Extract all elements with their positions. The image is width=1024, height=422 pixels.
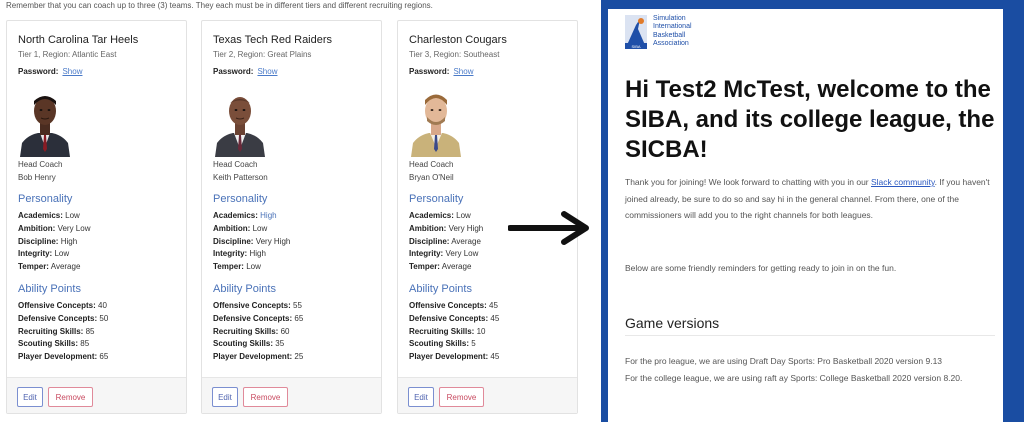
personality-list: Academics: Low Ambition: Very Low Discip… xyxy=(18,210,90,274)
scouting-stat: Scouting Skills: 5 xyxy=(409,339,476,349)
ability-list: Offensive Concepts: 40 Defensive Concept… xyxy=(18,300,108,364)
siba-logo-icon: SIBA xyxy=(625,15,647,49)
coach-name: Keith Patterson xyxy=(213,173,268,182)
academics-stat: Academics: Low xyxy=(18,211,80,220)
password-row: Password: Show xyxy=(409,67,473,76)
defensive-stat: Defensive Concepts: 50 xyxy=(18,313,109,323)
head-coach-label: Head Coach xyxy=(409,160,454,169)
siba-logo-text: Simulation International Basketball Asso… xyxy=(653,15,692,48)
edit-button[interactable]: Edit xyxy=(408,387,434,407)
ability-heading: Ability Points xyxy=(213,283,276,295)
recruiting-stat: Recruiting Skills: 60 xyxy=(213,326,290,336)
temper-stat: Temper: Average xyxy=(18,262,81,272)
coach-portrait xyxy=(18,89,72,157)
ability-list: Offensive Concepts: 55 Defensive Concept… xyxy=(213,300,303,364)
remove-button[interactable]: Remove xyxy=(439,387,484,407)
integrity-stat: Integrity: High xyxy=(213,249,266,259)
personality-heading: Personality xyxy=(18,193,73,205)
discipline-stat: Discipline: Very High xyxy=(213,236,291,246)
academics-stat: Academics: Low xyxy=(409,211,471,220)
head-coach-label: Head Coach xyxy=(18,160,63,169)
scouting-stat: Scouting Skills: 85 xyxy=(18,339,90,349)
personality-list: Academics: Low Ambition: Very High Disci… xyxy=(409,210,483,274)
scouting-stat: Scouting Skills: 35 xyxy=(213,339,285,349)
ability-heading: Ability Points xyxy=(409,283,472,295)
show-password-link[interactable]: Show xyxy=(453,67,473,76)
password-label: Password: xyxy=(18,67,59,76)
remove-button[interactable]: Remove xyxy=(243,387,288,407)
edit-button[interactable]: Edit xyxy=(212,387,238,407)
team-card-2: Texas Tech Red Raiders Tier 2, Region: G… xyxy=(201,20,382,414)
academics-stat: Academics: High xyxy=(213,211,277,220)
slack-community-link[interactable]: Slack community xyxy=(871,177,935,187)
ambition-stat: Ambition: Very High xyxy=(409,223,484,233)
offensive-stat: Offensive Concepts: 55 xyxy=(213,301,302,310)
remove-button[interactable]: Remove xyxy=(48,387,93,407)
card-footer: Edit Remove xyxy=(398,377,577,413)
offensive-stat: Offensive Concepts: 45 xyxy=(409,301,498,310)
player-development-stat: Player Development: 45 xyxy=(409,352,500,362)
svg-text:SIBA: SIBA xyxy=(631,44,640,49)
player-development-stat: Player Development: 65 xyxy=(18,352,109,362)
team-name: North Carolina Tar Heels xyxy=(18,34,139,46)
section-divider xyxy=(625,335,995,336)
game-versions-heading: Game versions xyxy=(625,315,720,331)
password-row: Password: Show xyxy=(18,67,82,76)
coach-portrait xyxy=(409,89,463,157)
edit-button[interactable]: Edit xyxy=(17,387,43,407)
show-password-link[interactable]: Show xyxy=(257,67,277,76)
welcome-paragraph: Thank you for joining! We look forward t… xyxy=(625,177,990,220)
welcome-heading: Hi Test2 McTest, welcome to the SIBA, an… xyxy=(625,76,995,163)
discipline-stat: Discipline: Average xyxy=(409,236,481,246)
reminders-paragraph: Below are some friendly reminders for ge… xyxy=(625,263,897,273)
game-versions-paragraph: For the pro league, we are using Draft D… xyxy=(625,356,963,383)
card-footer: Edit Remove xyxy=(202,377,381,413)
ability-heading: Ability Points xyxy=(18,283,81,295)
offensive-stat: Offensive Concepts: 40 xyxy=(18,301,107,310)
temper-stat: Temper: Average xyxy=(409,262,472,272)
password-label: Password: xyxy=(213,67,254,76)
personality-list: Academics: High Ambition: Low Discipline… xyxy=(213,210,290,274)
team-tier-region: Tier 2, Region: Great Plains xyxy=(213,50,312,59)
password-label: Password: xyxy=(409,67,450,76)
recruiting-stat: Recruiting Skills: 10 xyxy=(409,326,486,336)
password-row: Password: Show xyxy=(213,67,277,76)
team-name: Charleston Cougars xyxy=(409,34,507,46)
defensive-stat: Defensive Concepts: 45 xyxy=(409,313,500,323)
team-tier-region: Tier 3, Region: Southeast xyxy=(409,50,500,59)
temper-stat: Temper: Low xyxy=(213,262,261,272)
defensive-stat: Defensive Concepts: 65 xyxy=(213,313,304,323)
ambition-stat: Ambition: Low xyxy=(213,223,268,233)
team-card-1: North Carolina Tar Heels Tier 1, Region:… xyxy=(6,20,187,414)
integrity-stat: Integrity: Very Low xyxy=(409,249,479,259)
team-name: Texas Tech Red Raiders xyxy=(213,34,333,46)
player-development-stat: Player Development: 25 xyxy=(213,352,304,362)
coach-portrait xyxy=(213,89,267,157)
personality-heading: Personality xyxy=(409,193,464,205)
team-tier-region: Tier 1, Region: Atlantic East xyxy=(18,50,117,59)
head-coach-label: Head Coach xyxy=(213,160,258,169)
integrity-stat: Integrity: Low xyxy=(18,249,70,259)
recruiting-stat: Recruiting Skills: 85 xyxy=(18,326,95,336)
show-password-link[interactable]: Show xyxy=(62,67,82,76)
discipline-stat: Discipline: High xyxy=(18,236,78,246)
ambition-stat: Ambition: Very Low xyxy=(18,223,91,233)
right-arrow-icon xyxy=(507,210,592,246)
card-footer: Edit Remove xyxy=(7,377,186,413)
coach-name: Bryan O'Neil xyxy=(409,173,454,182)
coach-name: Bob Henry xyxy=(18,173,56,182)
personality-heading: Personality xyxy=(213,193,268,205)
coach-limit-notice: Remember that you can coach up to three … xyxy=(6,1,433,10)
ability-list: Offensive Concepts: 45 Defensive Concept… xyxy=(409,300,499,364)
welcome-email: SIBA Simulation International Basketball… xyxy=(608,9,1003,422)
